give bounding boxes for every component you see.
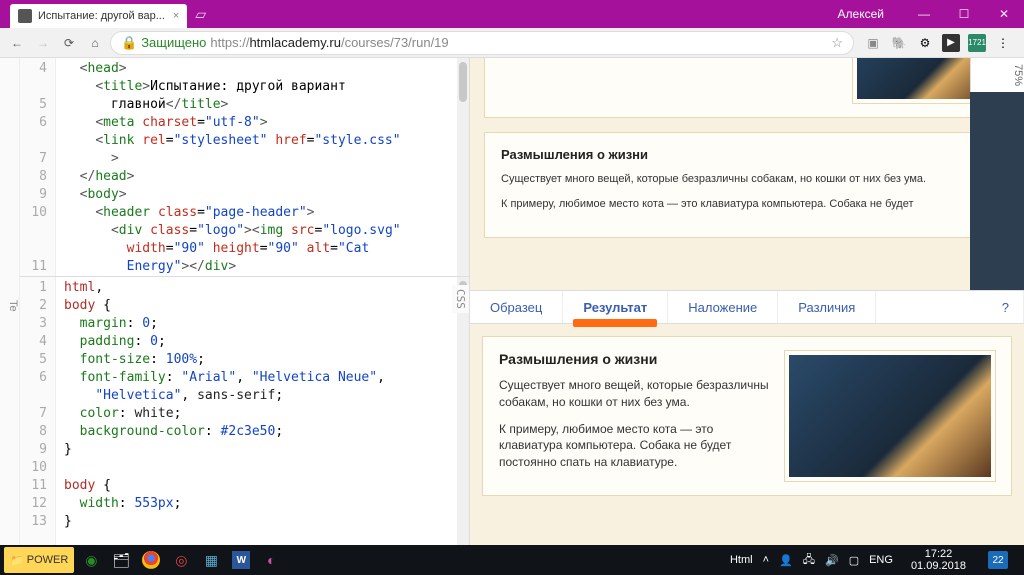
tab-sample[interactable]: Образец — [470, 291, 563, 323]
new-tab-button[interactable]: ▱ — [195, 6, 206, 23]
profile-name[interactable]: Алексей — [838, 7, 884, 21]
address-url: https://htmlacademy.ru/courses/73/run/19 — [210, 35, 448, 50]
lock-icon: 🔒 — [121, 35, 137, 51]
tab-help[interactable]: ? — [988, 291, 1024, 323]
html-code-pane[interactable]: 4 56 78910 11 <head> <title>Испытание: д… — [20, 58, 469, 276]
evernote-icon[interactable]: 🐘 — [890, 34, 908, 52]
tab-result[interactable]: Результат — [563, 291, 668, 323]
workspace: Te 4 56 78910 11 <head> <title>Испытание… — [0, 58, 1024, 545]
secure-indicator: 🔒 Защищено — [121, 35, 206, 51]
home-button[interactable]: ⌂ — [84, 32, 106, 54]
article-card-result: Размышления о жизни Существует много вещ… — [482, 336, 1012, 496]
close-button[interactable]: ✕ — [984, 0, 1024, 28]
left-sidebar-tab[interactable]: Te — [0, 58, 20, 545]
css-code-pane[interactable]: 123456 78910111213 html, body { margin: … — [20, 276, 469, 545]
taskbar-folder[interactable]: 📁 POWER — [4, 547, 74, 573]
ext-badge[interactable]: 1721 — [968, 34, 986, 52]
tray-lang[interactable]: ENG — [869, 554, 893, 566]
preview-result: Размышления о жизни Существует много вещ… — [470, 324, 1024, 545]
extensions-area: ▣ 🐘 ⚙ ▶ 1721 ⋮ — [858, 34, 1018, 52]
minimize-button[interactable]: — — [904, 0, 944, 28]
forward-button[interactable]: → — [32, 32, 54, 54]
preview-overflow-bg — [970, 58, 1024, 290]
preview-tabs: Образец Результат Наложение Различия ? — [470, 290, 1024, 324]
article-card-ref-1 — [484, 58, 1010, 118]
tray-notifications[interactable]: 22 — [988, 551, 1008, 569]
browser-tab[interactable]: Испытание: другой вар... × — [10, 4, 187, 28]
secure-label: Защищено — [141, 35, 206, 50]
code-editor-area: 4 56 78910 11 <head> <title>Испытание: д… — [20, 58, 470, 545]
article-p1: Существует много вещей, которые безразли… — [501, 172, 993, 187]
css-code[interactable]: html, body { margin: 0; padding: 0; font… — [56, 277, 457, 545]
tab-title: Испытание: другой вар... — [38, 10, 165, 22]
window-titlebar: Испытание: другой вар... × ▱ Алексей — ☐… — [0, 0, 1024, 28]
html-code[interactable]: <head> <title>Испытание: другой вариант … — [56, 58, 457, 276]
article-image — [785, 351, 995, 481]
explorer-icon[interactable]: 🗂 — [106, 545, 136, 575]
article-title: Размышления о жизни — [501, 147, 993, 162]
ext-icon-1[interactable]: ▣ — [864, 34, 882, 52]
tray-people-icon[interactable]: 👤 — [779, 554, 793, 567]
article-p2: К примеру, любимое место кота — это клав… — [501, 197, 993, 212]
article-title: Размышления о жизни — [499, 351, 769, 367]
windows-taskbar: 📁 POWER ◉ 🗂 ◎ ▦ W ◐ Html ˄ 👤 🖧 🔊 ▢ ENG 1… — [0, 545, 1024, 575]
preview-reference: Размышления о жизни Существует много вещ… — [470, 58, 1024, 290]
window-controls: — ☐ ✕ — [904, 0, 1024, 28]
ext-icon-4[interactable]: ▶ — [942, 34, 960, 52]
bookmark-star-icon[interactable]: ☆ — [831, 35, 843, 51]
app-icon-1[interactable]: ◎ — [166, 545, 196, 575]
app-icon-2[interactable]: ▦ — [196, 545, 226, 575]
word-icon[interactable]: W — [226, 545, 256, 575]
app-icon-3[interactable]: ◐ — [256, 545, 286, 575]
chrome-icon[interactable] — [136, 545, 166, 575]
css-pane-label[interactable]: CSS — [452, 285, 469, 313]
article-p1: Существует много вещей, которые безразли… — [499, 377, 769, 411]
tray-network-icon[interactable]: 🖧 — [803, 551, 815, 570]
match-percent[interactable]: 75% — [970, 58, 1024, 92]
article-p2: К примеру, любимое место кота — это клав… — [499, 421, 769, 471]
reload-button[interactable]: ⟳ — [58, 32, 80, 54]
tray-volume-icon[interactable]: 🔊 — [825, 554, 839, 567]
html-scrollbar[interactable] — [457, 58, 469, 276]
tab-close-icon[interactable]: × — [173, 10, 179, 22]
browser-toolbar: ← → ⟳ ⌂ 🔒 Защищено https://htmlacademy.r… — [0, 28, 1024, 58]
menu-icon[interactable]: ⋮ — [994, 34, 1012, 52]
maximize-button[interactable]: ☐ — [944, 0, 984, 28]
html-gutter: 4 56 78910 11 — [20, 58, 56, 276]
css-gutter: 123456 78910111213 — [20, 277, 56, 545]
tab-overlay[interactable]: Наложение — [668, 291, 778, 323]
tray-status[interactable]: Html — [730, 554, 753, 566]
whatsapp-icon[interactable]: ◉ — [76, 545, 106, 575]
tray-clock[interactable]: 17:22 01.09.2018 — [903, 548, 974, 572]
folder-icon: 📁 — [10, 554, 24, 567]
tray-battery-icon[interactable]: ▢ — [849, 554, 859, 567]
tray-chevron-icon[interactable]: ˄ — [763, 554, 769, 566]
system-tray: Html ˄ 👤 🖧 🔊 ▢ ENG 17:22 01.09.2018 22 — [720, 548, 1022, 572]
tab-favicon — [18, 9, 32, 23]
ext-icon-3[interactable]: ⚙ — [916, 34, 934, 52]
preview-area: Размышления о жизни Существует много вещ… — [470, 58, 1024, 545]
address-bar[interactable]: 🔒 Защищено https://htmlacademy.ru/course… — [110, 31, 854, 55]
css-scrollbar[interactable] — [457, 277, 469, 545]
article-card-ref-2: Размышления о жизни Существует много вещ… — [484, 132, 1010, 238]
back-button[interactable]: ← — [6, 32, 28, 54]
tab-diff[interactable]: Различия — [778, 291, 876, 323]
